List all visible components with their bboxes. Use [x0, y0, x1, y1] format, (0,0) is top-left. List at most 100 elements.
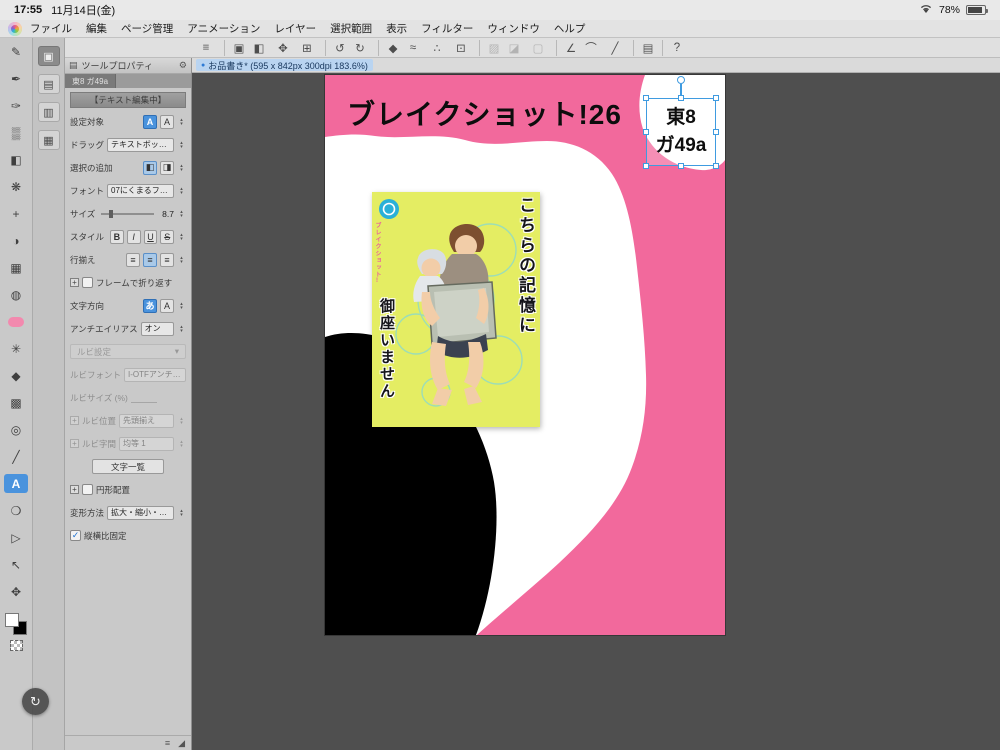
document-tab[interactable]: ● お品書き* (595 x 842px 300dpi 183.6%): [196, 59, 373, 71]
transparent-color-swatch[interactable]: [9, 640, 23, 651]
font-select[interactable]: 07にくまるフォント: [107, 183, 174, 198]
resize-handle-top[interactable]: [678, 95, 684, 101]
ruby-position-stepper[interactable]: [177, 414, 186, 428]
drag-mode-select[interactable]: テキストボックスを作成: [107, 137, 174, 152]
subtool-slot-1[interactable]: ▣: [37, 46, 60, 66]
menu-help[interactable]: ヘルプ: [554, 21, 586, 36]
hand-tool[interactable]: ✥: [4, 582, 28, 601]
style-stepper[interactable]: [177, 230, 186, 244]
horizontal-text-button[interactable]: A: [160, 298, 174, 313]
menu-file[interactable]: ファイル: [30, 21, 72, 36]
menu-filter[interactable]: フィルター: [421, 21, 473, 36]
menu-page-management[interactable]: ページ管理: [121, 21, 173, 36]
spark-tool[interactable]: ✳: [4, 339, 28, 358]
flip-canvas-icon[interactable]: ◧: [248, 40, 270, 56]
undo-icon[interactable]: ↺: [325, 39, 347, 56]
main-color-swatch[interactable]: [5, 613, 19, 627]
reset-rotation-button[interactable]: ↻: [22, 688, 49, 715]
size-slider-thumb[interactable]: [108, 209, 113, 218]
brush-tool[interactable]: ✑: [4, 96, 28, 115]
transform-method-stepper[interactable]: [177, 506, 186, 520]
panel-list-icon[interactable]: ▤: [69, 60, 78, 71]
char-list-button[interactable]: 文字一覧: [92, 459, 164, 474]
zoom-tool[interactable]: ◎: [4, 420, 28, 439]
antialias-stepper[interactable]: [177, 322, 186, 336]
circular-expander[interactable]: [70, 485, 79, 494]
ruby-position-select[interactable]: 先頭揃え: [119, 413, 174, 428]
tone-tool[interactable]: ▦: [4, 258, 28, 277]
panel-resize-grip-icon[interactable]: ◢: [178, 738, 185, 749]
subtool-slot-3[interactable]: ▥: [37, 102, 60, 122]
page-title-text[interactable]: ブレイクショット!26: [347, 93, 622, 133]
resize-handle-right[interactable]: [713, 129, 719, 135]
airbrush-icon[interactable]: ∴: [426, 40, 448, 56]
circular-checkbox[interactable]: [82, 484, 93, 495]
transform-method-select[interactable]: 拡大・縮小・回転: [107, 505, 174, 520]
target-stepper[interactable]: [177, 115, 186, 129]
main-menu-icon[interactable]: ≡: [195, 40, 217, 56]
vertical-text-button[interactable]: あ: [143, 298, 157, 313]
selected-text-object[interactable]: 東8 ガ49a: [643, 76, 719, 169]
panel-options-icon[interactable]: ≡: [165, 738, 170, 748]
airbrush-tool[interactable]: ▒: [4, 123, 28, 142]
subtool-slot-2[interactable]: ▤: [37, 74, 60, 94]
redo-icon[interactable]: ↻: [349, 40, 371, 56]
cover-image[interactable]: こちらの記憶に 御座いません ブレイクショット!: [372, 192, 540, 427]
menu-edit[interactable]: 編集: [86, 21, 107, 36]
manuscript-settings-icon[interactable]: ▤: [633, 39, 655, 56]
align-stepper[interactable]: [177, 253, 186, 267]
transform-icon[interactable]: ▣: [224, 39, 246, 56]
resize-handle-left[interactable]: [643, 129, 649, 135]
page[interactable]: ブレイクショット!26 こちらの記憶に 御座いません ブレイクショット! 東8 …: [325, 75, 725, 635]
blend-icon[interactable]: ≈: [402, 40, 424, 56]
menu-layer[interactable]: レイヤー: [274, 21, 316, 36]
decoration-tool[interactable]: ❋: [4, 177, 28, 196]
aspect-checkbox[interactable]: ✓: [70, 530, 81, 541]
ruby-font-select[interactable]: I-OTFアンチック: [124, 367, 186, 382]
pencil-tool[interactable]: ✎: [4, 42, 28, 61]
size-slider[interactable]: [101, 209, 154, 218]
target-text-button[interactable]: A: [143, 114, 157, 129]
wrap-checkbox[interactable]: [82, 277, 93, 288]
gradient-tool[interactable]: ▩: [4, 393, 28, 412]
direction-stepper[interactable]: [177, 299, 186, 313]
rotate-handle[interactable]: [677, 76, 685, 84]
canvas[interactable]: ブレイクショット!26 こちらの記憶に 御座いません ブレイクショット! 東8 …: [192, 73, 1000, 750]
target-all-button[interactable]: A: [160, 114, 174, 129]
wrench-icon[interactable]: ⚙: [179, 60, 187, 71]
object-tool[interactable]: ↖: [4, 555, 28, 574]
select-layer-icon[interactable]: ◪: [503, 40, 525, 56]
text-tool[interactable]: A: [4, 474, 28, 493]
balloon-tool[interactable]: ◍: [4, 285, 28, 304]
menu-selection[interactable]: 選択範囲: [330, 21, 372, 36]
align-center-button[interactable]: ≡: [143, 252, 157, 267]
menu-animation[interactable]: アニメーション: [187, 21, 260, 36]
frame-border-icon[interactable]: ⊡: [450, 40, 472, 56]
ruby-settings-button[interactable]: ルビ設定 ▾: [70, 344, 186, 359]
selection-add-button[interactable]: ◨: [160, 160, 174, 175]
blend-tool[interactable]: ◑: [4, 231, 28, 250]
resize-handle-bottom[interactable]: [678, 163, 684, 169]
antialias-select[interactable]: オン: [140, 321, 174, 336]
ruby-spacing-select[interactable]: 均等 1: [119, 436, 174, 451]
strikethrough-button[interactable]: S: [160, 229, 175, 244]
line-tool[interactable]: ╱: [4, 447, 28, 466]
figure-tool[interactable]: [4, 312, 28, 331]
speech-balloon-tool[interactable]: ❍: [4, 501, 28, 520]
selection-add-stepper[interactable]: [177, 161, 186, 175]
straight-line-icon[interactable]: ∠: [556, 39, 578, 56]
italic-button[interactable]: I: [126, 229, 141, 244]
help-icon[interactable]: ?: [662, 39, 684, 56]
menu-view[interactable]: 表示: [386, 21, 407, 36]
resize-handle-top-right[interactable]: [713, 95, 719, 101]
menu-window[interactable]: ウィンドウ: [487, 21, 540, 36]
curve-icon[interactable]: ⌒: [580, 40, 602, 56]
tool-tab[interactable]: 東8 ガ49a: [65, 74, 117, 88]
polyline-icon[interactable]: ╱: [604, 40, 626, 56]
resize-handle-bottom-left[interactable]: [643, 163, 649, 169]
selection-new-button[interactable]: ◧: [143, 160, 157, 175]
clip-studio-logo-icon[interactable]: [8, 21, 22, 36]
deselect-icon[interactable]: ▢: [527, 40, 549, 56]
move-canvas-icon[interactable]: ✥: [272, 40, 294, 56]
fill-tool[interactable]: ◆: [4, 366, 28, 385]
